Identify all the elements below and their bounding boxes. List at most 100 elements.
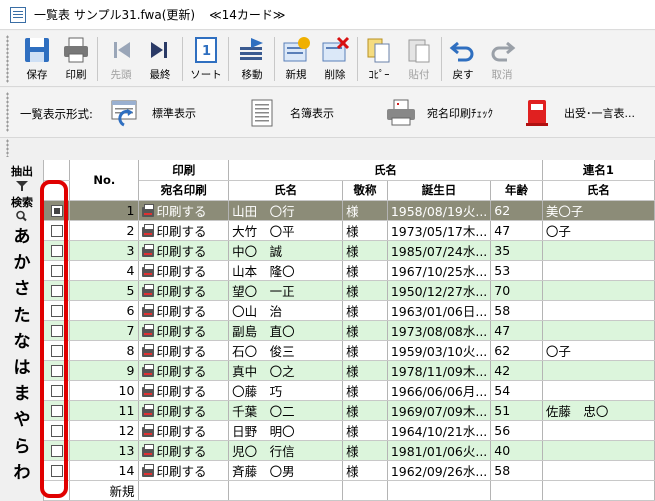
kana-index-item[interactable]: か (0, 250, 44, 276)
extract-filter-button[interactable]: 抽出 (0, 160, 44, 180)
new-row-cell[interactable] (387, 480, 492, 501)
birthday-cell[interactable]: 1969/07/09木... (387, 400, 492, 421)
row-checkbox-cell[interactable] (44, 420, 71, 441)
birthday-cell[interactable]: 1964/10/21水... (387, 420, 492, 441)
joint-name-cell[interactable] (542, 240, 655, 261)
table-row[interactable]: 10 印刷する 〇藤 巧様 1966/06/06月... 54 (44, 380, 655, 401)
paste-button[interactable]: 貼付 (400, 33, 438, 85)
honorific-cell[interactable]: 様 (342, 320, 388, 341)
joint-name-cell[interactable]: 佐藤 忠〇 (542, 400, 655, 421)
last-record-button[interactable]: 最終 (141, 33, 179, 85)
honorific-cell[interactable]: 様 (342, 420, 388, 441)
kana-index-item[interactable]: さ (0, 276, 44, 302)
address-print-cell[interactable]: 印刷する (138, 360, 230, 381)
name-cell[interactable]: 〇山 治 (228, 300, 344, 321)
row-checkbox-cell[interactable] (44, 260, 71, 281)
table-row[interactable]: 1 印刷する 山田 〇行様 1958/08/19火... 62 美〇子 (44, 200, 655, 221)
row-checkbox[interactable] (50, 285, 63, 297)
age-cell[interactable]: 53 (490, 260, 543, 281)
name-cell[interactable]: 副島 直〇 (228, 320, 344, 341)
birthday-cell[interactable]: 1958/08/19火... (387, 200, 492, 221)
joint-name-cell[interactable] (542, 300, 655, 321)
new-row-cell[interactable] (490, 480, 543, 501)
table-row[interactable]: 13 印刷する 児〇 行信様 1981/01/06火... 40 (44, 440, 655, 461)
address-print-cell[interactable]: 印刷する (138, 400, 230, 421)
honorific-cell[interactable]: 様 (342, 220, 388, 241)
table-row[interactable]: 2 印刷する 大竹 〇平様 1973/05/17木... 47 〇子 (44, 220, 655, 241)
row-checkbox[interactable] (50, 305, 63, 317)
print-button[interactable]: 印刷 (57, 33, 95, 85)
row-checkbox[interactable] (50, 365, 63, 377)
joint-name-cell[interactable]: 〇子 (542, 340, 655, 361)
new-row[interactable]: 新規 (44, 480, 655, 501)
birthday-cell[interactable]: 1950/12/27水... (387, 280, 492, 301)
kana-index-item[interactable]: な (0, 329, 44, 355)
address-print-cell[interactable]: 印刷する (138, 200, 230, 221)
name-cell[interactable]: 山田 〇行 (228, 200, 344, 221)
age-cell[interactable]: 42 (490, 360, 543, 381)
first-record-button[interactable]: 先頭 (102, 33, 140, 85)
table-row[interactable]: 8 印刷する 石〇 俊三様 1959/03/10火... 62 〇子 (44, 340, 655, 361)
address-print-cell[interactable]: 印刷する (138, 380, 230, 401)
age-cell[interactable]: 70 (490, 280, 543, 301)
roster-view-button[interactable]: 名簿表示 (248, 96, 334, 130)
header-address-print[interactable]: 宛名印刷 (138, 180, 230, 201)
new-row-checkbox-cell[interactable] (44, 480, 71, 501)
new-row-cell[interactable] (542, 480, 655, 501)
joint-name-cell[interactable] (542, 420, 655, 441)
row-checkbox[interactable] (50, 345, 63, 357)
honorific-cell[interactable]: 様 (342, 240, 388, 261)
standard-view-button[interactable]: 標準表示 (110, 96, 196, 130)
name-cell[interactable]: 児〇 行信 (228, 440, 344, 461)
header-checkbox-col[interactable] (44, 160, 71, 181)
table-row[interactable]: 11 印刷する 千葉 〇二様 1969/07/09木... 51 佐藤 忠〇 (44, 400, 655, 421)
birthday-cell[interactable]: 1985/07/24水... (387, 240, 492, 261)
birthday-cell[interactable]: 1962/09/26水... (387, 460, 492, 481)
search-button[interactable]: 検索 (0, 194, 44, 210)
kana-index-item[interactable]: あ (0, 224, 44, 250)
name-cell[interactable]: 大竹 〇平 (228, 220, 344, 241)
address-print-cell[interactable]: 印刷する (138, 260, 230, 281)
name-cell[interactable]: 中〇 誠 (228, 240, 344, 261)
new-row-label[interactable]: 新規 (69, 480, 140, 501)
joint-name-cell[interactable] (542, 360, 655, 381)
birthday-cell[interactable]: 1967/10/25水... (387, 260, 492, 281)
kana-index-item[interactable]: ら (0, 434, 44, 460)
name-cell[interactable]: 望〇 一正 (228, 280, 344, 301)
joint-name-cell[interactable]: 〇子 (542, 220, 655, 241)
birthday-cell[interactable]: 1973/08/08水... (387, 320, 492, 341)
row-checkbox[interactable] (50, 225, 63, 237)
age-cell[interactable]: 62 (490, 340, 543, 361)
age-cell[interactable]: 54 (490, 380, 543, 401)
address-print-cell[interactable]: 印刷する (138, 340, 230, 361)
address-print-cell[interactable]: 印刷する (138, 220, 230, 241)
joint-name-cell[interactable] (542, 440, 655, 461)
new-card-button[interactable]: 新規 (277, 33, 315, 85)
table-row[interactable]: 3 印刷する 中〇 誠様 1985/07/24水... 35 (44, 240, 655, 261)
name-cell[interactable]: 山本 隆〇 (228, 260, 344, 281)
name-cell[interactable]: 日野 明〇 (228, 420, 344, 441)
birthday-cell[interactable]: 1973/05/17木... (387, 220, 492, 241)
format-bar-grip[interactable] (6, 92, 9, 132)
kana-index-item[interactable]: ま (0, 381, 44, 407)
row-checkbox-cell[interactable] (44, 380, 71, 401)
joint-name-cell[interactable] (542, 380, 655, 401)
row-checkbox[interactable] (50, 425, 63, 437)
mail-record-view-button[interactable]: 出受･一言表... (522, 96, 635, 130)
honorific-cell[interactable]: 様 (342, 260, 388, 281)
save-button[interactable]: 保存 (18, 33, 56, 85)
sort-button[interactable]: 1 ソート (187, 33, 225, 85)
kana-index-item[interactable]: わ (0, 460, 44, 486)
joint-name-cell[interactable] (542, 260, 655, 281)
name-cell[interactable]: 斉藤 〇男 (228, 460, 344, 481)
name-cell[interactable]: 〇藤 巧 (228, 380, 344, 401)
row-checkbox-cell[interactable] (44, 240, 71, 261)
joint-name-cell[interactable] (542, 280, 655, 301)
kana-index-item[interactable]: や (0, 407, 44, 433)
address-print-cell[interactable]: 印刷する (138, 280, 230, 301)
header-birthday[interactable]: 誕生日 (387, 180, 492, 201)
header-no[interactable]: No. (69, 160, 140, 201)
header-honorific[interactable]: 敬称 (342, 180, 388, 201)
table-row[interactable]: 5 印刷する 望〇 一正様 1950/12/27水... 70 (44, 280, 655, 301)
address-print-cell[interactable]: 印刷する (138, 300, 230, 321)
